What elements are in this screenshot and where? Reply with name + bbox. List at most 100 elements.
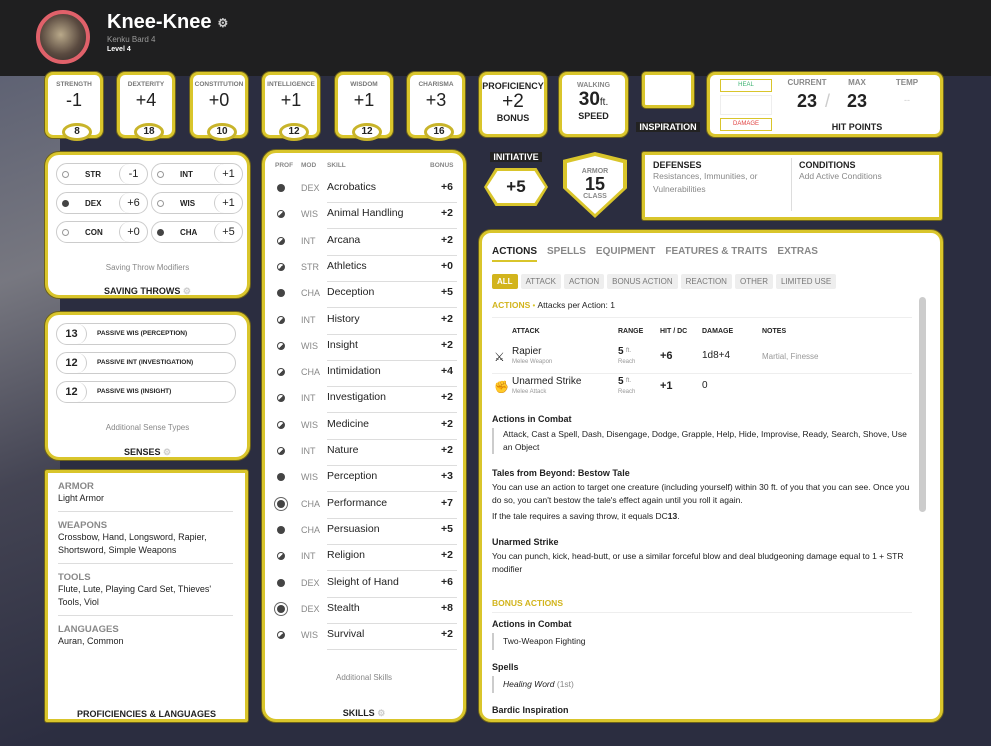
tab-extras[interactable]: EXTRAS <box>777 246 818 260</box>
prof-value: Light Armor <box>58 492 233 512</box>
label: WALKING <box>576 82 611 89</box>
initiative-box[interactable]: +5 <box>484 168 548 206</box>
damage-button[interactable]: DAMAGE <box>720 118 772 131</box>
skill-modifier: WIS <box>301 419 318 430</box>
skill-row[interactable]: INT History +2 <box>265 309 465 335</box>
skill-name: Deception <box>327 286 457 309</box>
save-ability: CON <box>85 228 103 237</box>
saving-throw-int[interactable]: INT +1 <box>151 163 243 185</box>
range-unit: ft. <box>626 348 632 354</box>
attack-damage-button[interactable]: 0 <box>702 380 708 391</box>
actions-panel: ACTIONS SPELLS EQUIPMENT FEATURES & TRAITS E… <box>479 230 943 722</box>
ability-dexterity[interactable]: DEXTERITY +4 18 <box>117 72 175 141</box>
filter-reaction[interactable]: REACTION <box>680 274 732 289</box>
skill-row[interactable]: WIS Survival +2 <box>265 624 465 651</box>
skill-modifier: INT <box>301 314 316 325</box>
filter-action[interactable]: ACTION <box>563 274 605 289</box>
spell-healing-word[interactable]: Healing Word <box>503 679 555 689</box>
skills-header: BONUS <box>430 162 454 169</box>
scrollbar[interactable] <box>919 297 926 512</box>
skill-row[interactable]: CHA Persuasion +5 <box>265 519 465 545</box>
attack-notes: Martial, Finesse <box>762 352 819 361</box>
skill-row[interactable]: INT Nature +2 <box>265 440 465 466</box>
sense-label: PASSIVE INT (INVESTIGATION) <box>97 359 194 366</box>
ability-label: DEXTERITY <box>127 81 165 88</box>
gear-icon[interactable]: ⚙ <box>377 708 385 718</box>
punct: . <box>677 511 680 521</box>
skill-row[interactable]: DEX Acrobatics +6 <box>265 177 465 203</box>
saving-throw-con[interactable]: CON +0 <box>56 221 148 243</box>
attack-row[interactable]: ✊ Unarmed Strike Melee Attack 5 ft. Reach +1 0 <box>492 374 912 404</box>
inspiration-toggle[interactable] <box>642 72 694 108</box>
temp-hp[interactable]: -- <box>882 95 932 105</box>
skill-row[interactable]: WIS Perception +3 <box>265 466 465 493</box>
skill-row[interactable]: INT Arcana +2 <box>265 230 465 256</box>
tab-actions[interactable]: ACTIONS <box>492 246 537 262</box>
filter-bonus-action[interactable]: BONUS ACTION <box>607 274 678 289</box>
skill-name: Nature <box>327 444 457 466</box>
prof-heading: ARMOR <box>58 481 94 492</box>
defenses-conditions[interactable]: DEFENSES Resistances, Immunities, or Vul… <box>642 152 942 220</box>
saving-throw-cha[interactable]: CHA +5 <box>151 221 243 243</box>
gear-icon[interactable]: ⚙ <box>163 447 171 457</box>
save-value: -1 <box>119 164 147 184</box>
skill-row[interactable]: WIS Insight +2 <box>265 335 465 361</box>
skill-row[interactable]: INT Investigation +2 <box>265 387 465 414</box>
tale-dc: 13 <box>667 511 678 521</box>
ability-score: 12 <box>279 123 309 141</box>
skill-bonus: +0 <box>441 259 453 272</box>
skill-row[interactable]: WIS Animal Handling +2 <box>265 203 465 230</box>
skill-row[interactable]: WIS Medicine +2 <box>265 414 465 440</box>
character-name[interactable]: Knee-Knee ⚙ <box>107 11 228 34</box>
prof-heading: LANGUAGES <box>58 624 119 635</box>
ability-charisma[interactable]: CHARISMA +3 16 <box>407 72 465 141</box>
attack-row[interactable]: ⚔ Rapier Melee Weapon 5 ft. Reach +6 1d8+4 Marti… <box>492 344 912 374</box>
skill-modifier: CHA <box>301 498 321 509</box>
label: SPEED <box>578 111 609 121</box>
skill-row[interactable]: INT Religion +2 <box>265 545 465 572</box>
ability-strength[interactable]: STRENGTH -1 8 <box>45 72 103 141</box>
senses-panel: 13 PASSIVE WIS (PERCEPTION) 12 PASSIVE INT … <box>45 312 250 460</box>
avatar[interactable] <box>36 10 90 64</box>
gear-icon[interactable]: ⚙ <box>217 16 228 30</box>
saving-throw-dex[interactable]: DEX +6 <box>56 192 148 214</box>
tab-features-traits[interactable]: FEATURES & TRAITS <box>665 246 767 260</box>
skill-row[interactable]: CHA Intimidation +4 <box>265 361 465 388</box>
heal-button[interactable]: HEAL <box>720 79 772 92</box>
tab-equipment[interactable]: EQUIPMENT <box>596 246 655 260</box>
ability-modifier: +3 <box>425 90 447 110</box>
skill-row[interactable]: DEX Sleight of Hand +6 <box>265 572 465 598</box>
skill-name: Athletics <box>327 260 457 282</box>
hp-amount-input[interactable] <box>720 95 772 115</box>
skill-row[interactable]: CHA Deception +5 <box>265 282 465 309</box>
skill-modifier: INT <box>301 235 316 246</box>
filter-all[interactable]: ALL <box>492 274 518 289</box>
filter-limited-use[interactable]: LIMITED USE <box>775 274 837 289</box>
saving-throw-wis[interactable]: WIS +1 <box>151 192 243 214</box>
ability-intelligence[interactable]: INTELLIGENCE +1 12 <box>262 72 320 141</box>
attack-damage-button[interactable]: 1d8+4 <box>702 350 730 361</box>
skill-row[interactable]: DEX Stealth +8 <box>265 598 465 624</box>
ability-wisdom[interactable]: WISDOM +1 12 <box>335 72 393 141</box>
filter-other[interactable]: OTHER <box>734 274 773 289</box>
attack-hit-button[interactable]: +6 <box>660 350 673 362</box>
ability-constitution[interactable]: CONSTITUTION +0 10 <box>190 72 248 141</box>
sense-value: 13 <box>57 324 87 344</box>
skill-row[interactable]: STR Athletics +0 <box>265 256 465 282</box>
prof-value: Crossbow, Hand, Longsword, Rapier, Short… <box>58 531 233 564</box>
value: 30 <box>578 89 600 110</box>
attack-hit-button[interactable]: +1 <box>660 380 673 392</box>
ability-label: STRENGTH <box>56 81 92 88</box>
spells-title: Spells <box>492 662 519 672</box>
saving-throw-str[interactable]: STR -1 <box>56 163 148 185</box>
gear-icon[interactable]: ⚙ <box>183 286 191 296</box>
tab-spells[interactable]: SPELLS <box>547 246 586 260</box>
skill-name: Medicine <box>327 418 457 440</box>
skill-row[interactable]: CHA Performance +7 <box>265 493 465 519</box>
ability-score: 8 <box>62 123 92 141</box>
filter-attack[interactable]: ATTACK <box>520 274 561 289</box>
value: +2 <box>502 91 524 112</box>
prof-heading: TOOLS <box>58 572 91 583</box>
bonus-combat[interactable]: Two-Weapon Fighting <box>492 633 912 650</box>
skill-name: Investigation <box>327 391 457 414</box>
